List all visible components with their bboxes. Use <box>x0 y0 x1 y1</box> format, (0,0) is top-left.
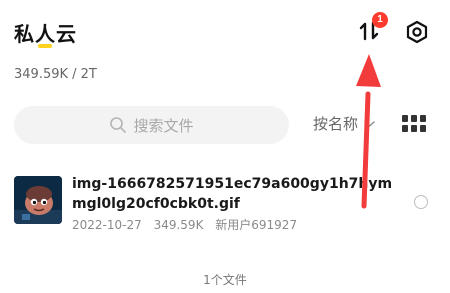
hexagon-settings-icon <box>406 20 428 44</box>
title-underline <box>38 44 52 48</box>
view-toggle-button[interactable] <box>402 115 426 133</box>
gif-thumbnail-image <box>14 176 62 224</box>
storage-usage: 349.59K / 2T <box>14 67 97 82</box>
search-input[interactable]: 搜索文件 <box>14 106 289 144</box>
search-icon <box>110 117 127 133</box>
transfer-badge: 1 <box>372 12 388 28</box>
file-owner: 新用户691927 <box>215 218 298 232</box>
settings-button[interactable] <box>405 20 429 44</box>
file-meta: 2022-10-27 349.59K 新用户691927 <box>72 216 305 233</box>
file-name[interactable]: img-1666782571951ec79a600gy1h7hymmgl0lg2… <box>72 174 402 214</box>
grid-view-icon <box>402 115 426 132</box>
file-select-radio[interactable] <box>414 195 428 209</box>
search-placeholder: 搜索文件 <box>133 116 194 135</box>
file-date: 2022-10-27 <box>72 218 142 232</box>
chevron-down-icon <box>364 120 375 127</box>
page-title: 私人云 <box>14 22 77 46</box>
file-size: 349.59K <box>153 218 204 232</box>
file-thumbnail <box>14 176 62 224</box>
file-count: 1个文件 <box>203 273 247 287</box>
sort-dropdown[interactable]: 按名称 <box>313 113 375 134</box>
sort-label: 按名称 <box>313 115 359 133</box>
